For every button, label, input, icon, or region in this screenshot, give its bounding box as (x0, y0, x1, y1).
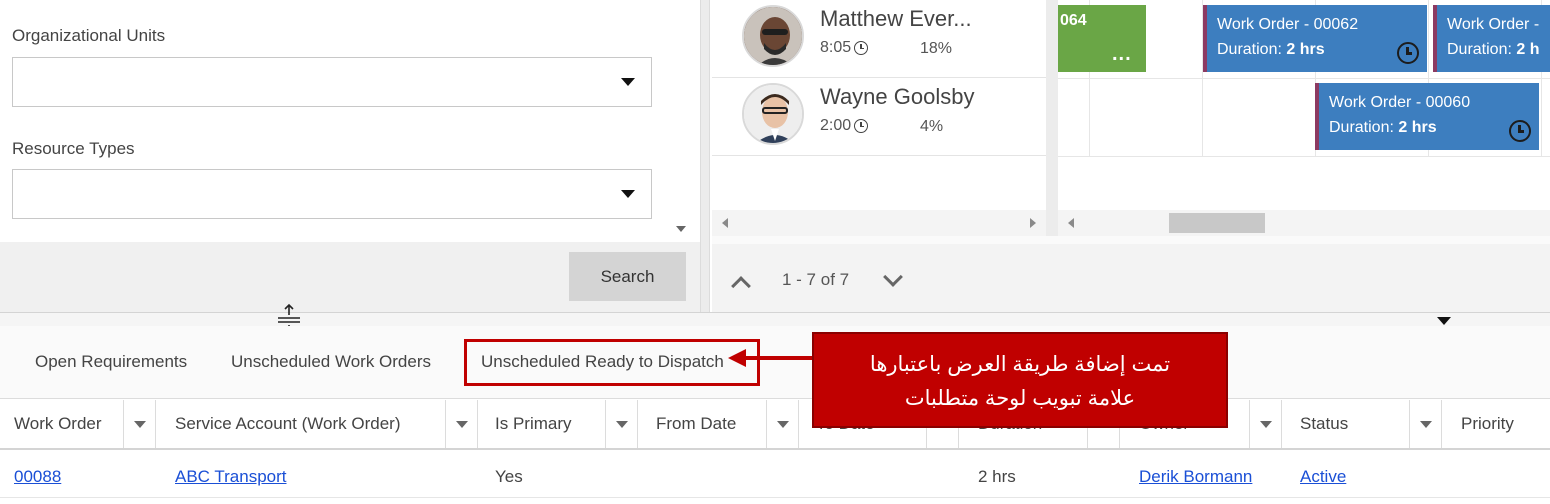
work-order-title: Work Order - 00062 (1217, 16, 1359, 33)
collapse-arrow-icon[interactable] (1437, 317, 1451, 325)
resource-name[interactable]: Wayne Goolsby (820, 84, 974, 110)
scroll-left-arrow-icon[interactable] (1068, 218, 1074, 228)
org-units-select[interactable] (12, 57, 652, 107)
chevron-down-icon (621, 78, 635, 86)
resource-name[interactable]: Matthew Ever... (820, 6, 972, 32)
resource-types-label: Resource Types (12, 139, 135, 158)
avatar-image-icon (744, 85, 802, 143)
owner-link[interactable]: Derik Bormann (1139, 467, 1252, 487)
board-horizontal-scrollbar[interactable] (1058, 210, 1550, 236)
callout-arrow-line (744, 356, 814, 360)
schedule-board: 064 ... Work Order - 00062 Duration: 2 h… (1058, 0, 1550, 210)
resource-time-value: 8:05 (820, 39, 852, 56)
resource-row[interactable]: Wayne Goolsby 2:00 4% (712, 78, 1046, 156)
work-order-link[interactable]: 00088 (14, 467, 61, 487)
pager-text: 1 - 7 of 7 (782, 270, 850, 289)
column-menu-icon[interactable] (1409, 400, 1442, 448)
booking-id: 064 (1060, 12, 1087, 29)
column-menu-icon[interactable] (445, 400, 478, 448)
is-primary-value: Yes (495, 467, 523, 486)
tab-open-requirements[interactable]: Open Requirements (35, 352, 187, 372)
org-units-label: Organizational Units (12, 26, 166, 45)
work-order-booking[interactable]: Work Order - 00062 Duration: 2 hrs (1203, 5, 1427, 72)
clock-icon (854, 41, 869, 55)
column-menu-icon[interactable] (123, 400, 156, 448)
resource-time-value: 2:00 (820, 117, 852, 134)
scroll-left-arrow-icon[interactable] (722, 218, 728, 228)
callout-box: تمت إضافة طريقة العرض باعتبارها علامة تب… (812, 332, 1228, 428)
clock-icon (854, 119, 869, 133)
resource-time: 8:05 (820, 39, 869, 57)
clock-icon (1509, 120, 1531, 142)
tab-unscheduled-work-orders[interactable]: Unscheduled Work Orders (231, 352, 431, 372)
resource-types-select[interactable] (12, 169, 652, 219)
work-order-duration: Duration: 2 h (1447, 41, 1540, 58)
column-header-is-primary[interactable]: Is Primary (495, 414, 572, 434)
column-header-priority[interactable]: Priority (1461, 414, 1514, 434)
more-options-icon[interactable]: ... (1112, 43, 1132, 66)
callout-arrow-head-icon (728, 349, 746, 367)
column-header-work-order[interactable]: Work Order (14, 414, 102, 434)
filter-panel: Organizational Units Resource Types (0, 0, 695, 242)
scroll-down-arrow-icon[interactable] (676, 226, 686, 232)
service-account-link[interactable]: ABC Transport (175, 467, 287, 487)
column-menu-icon[interactable] (766, 400, 799, 448)
work-order-title: Work Order - 00060 (1329, 94, 1471, 111)
resource-utilization: 18% (920, 40, 953, 57)
work-order-booking[interactable]: Work Order - 00060 Duration: 2 hrs (1315, 83, 1539, 150)
column-menu-icon[interactable] (1249, 400, 1282, 448)
filter-scrollbar[interactable] (668, 0, 695, 242)
column-header-status[interactable]: Status (1300, 414, 1348, 434)
resource-time: 2:00 (820, 117, 869, 135)
search-button[interactable]: Search (569, 252, 686, 301)
work-order-duration: Duration: 2 hrs (1329, 119, 1437, 136)
avatar (742, 83, 804, 145)
tab-highlight-box (464, 339, 760, 386)
column-header-service-account[interactable]: Service Account (Work Order) (175, 414, 400, 434)
scroll-right-arrow-icon[interactable] (1030, 218, 1036, 228)
grid-line (1058, 78, 1550, 79)
chevron-down-icon (621, 190, 635, 198)
callout-line-1: تمت إضافة طريقة العرض باعتبارها (869, 353, 1171, 376)
column-header-from-date[interactable]: From Date (656, 414, 736, 434)
resource-list: Matthew Ever... 8:05 18% Wayne Goolsby 2… (712, 0, 1046, 210)
panel-splitter[interactable] (0, 312, 1550, 326)
avatar-image-icon (744, 7, 802, 65)
column-menu-icon[interactable] (605, 400, 638, 448)
avatar (742, 5, 804, 67)
panel-divider[interactable] (700, 0, 710, 312)
status-link[interactable]: Active (1300, 467, 1346, 487)
work-order-title: Work Order - (1447, 16, 1540, 33)
work-order-booking[interactable]: Work Order - Duration: 2 h (1433, 5, 1550, 72)
resource-horizontal-scrollbar[interactable] (712, 210, 1046, 236)
clock-icon (1397, 42, 1419, 64)
booking-block-partial[interactable]: 064 ... (1058, 5, 1146, 72)
scrollbar-thumb[interactable] (1169, 213, 1265, 233)
resource-row[interactable]: Matthew Ever... 8:05 18% (712, 0, 1046, 78)
callout-line-2: علامة تبويب لوحة متطلبات (904, 387, 1136, 410)
board-separator (1046, 0, 1058, 236)
resource-utilization: 4% (920, 118, 944, 135)
grid-line (1058, 156, 1550, 157)
work-order-duration: Duration: 2 hrs (1217, 41, 1325, 58)
duration-value: 2 hrs (978, 467, 1016, 486)
